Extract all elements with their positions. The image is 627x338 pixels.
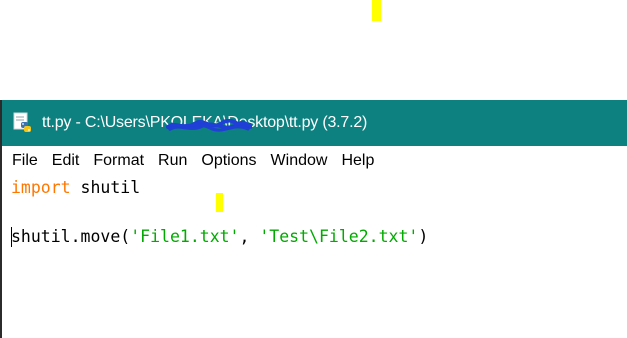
menu-format[interactable]: Format [93,152,144,170]
code-editor[interactable]: import shutil shutil.move('File1.txt', '… [2,176,627,338]
yellow-highlight-mark-top [372,0,381,21]
arg-separator: , [239,227,260,246]
window-title-prefix: tt.py - C:\Users\ [42,114,150,131]
menu-run[interactable]: Run [158,152,187,170]
yellow-highlight-mark-editor [216,193,223,212]
string-arg-destination: 'Test\File2.txt' [259,227,419,246]
window-title-redacted-user: PKOLEKA [149,114,224,131]
menu-options[interactable]: Options [201,152,256,170]
call-suffix: ) [418,227,429,246]
menu-bar: File Edit Format Run Options Window Help [2,146,627,176]
menu-help[interactable]: Help [341,152,374,170]
menu-file[interactable]: File [12,152,38,170]
menu-window[interactable]: Window [271,152,328,170]
python-idle-icon [12,112,34,134]
window-title-suffix: \Desktop\tt.py (3.7.2) [223,114,368,131]
code-line-3: shutil.move('File1.txt', 'Test\File2.txt… [11,225,627,250]
call-prefix: shutil.move( [11,227,131,246]
import-module: shutil [70,178,141,197]
idle-editor-window: tt.py - C:\Users\PKOLEKA\Desktop\tt.py (… [0,100,627,338]
string-arg-source: 'File1.txt' [130,227,240,246]
import-keyword: import [11,178,71,197]
menu-edit[interactable]: Edit [52,152,80,170]
code-line-1: import shutil [11,176,627,201]
text-caret [11,227,12,247]
title-bar[interactable]: tt.py - C:\Users\PKOLEKA\Desktop\tt.py (… [2,100,627,146]
screenshot-page: tt.py - C:\Users\PKOLEKA\Desktop\tt.py (… [0,0,627,338]
window-title: tt.py - C:\Users\PKOLEKA\Desktop\tt.py (… [42,114,367,132]
